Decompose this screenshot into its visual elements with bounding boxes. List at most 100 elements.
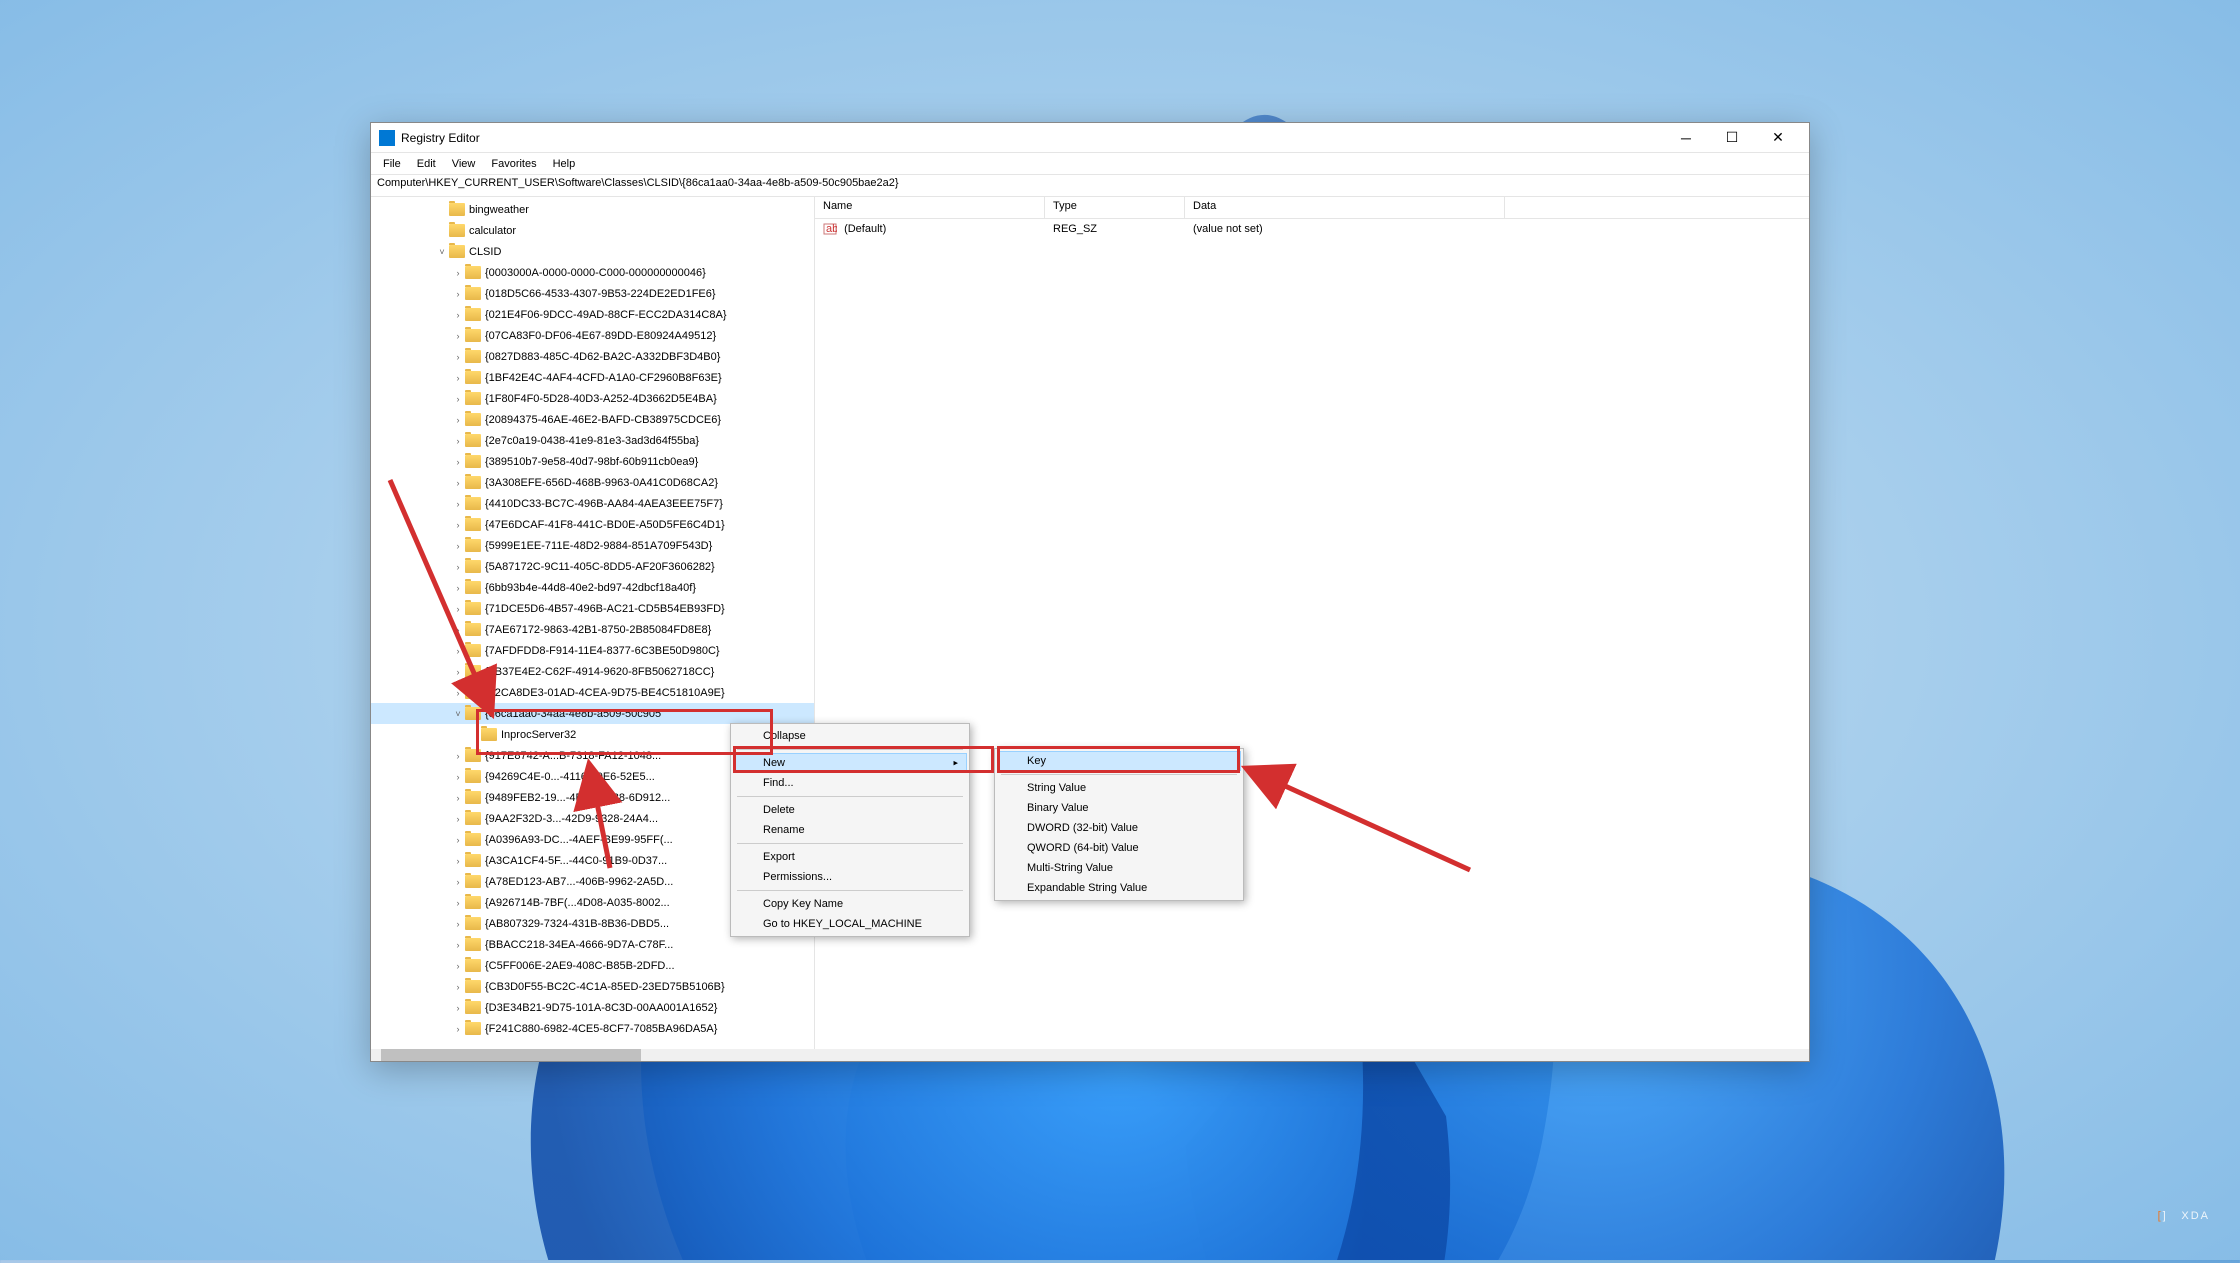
tree-item[interactable]: calculator — [371, 220, 814, 241]
tree-expander[interactable]: › — [451, 268, 465, 278]
tree-expander[interactable]: › — [451, 835, 465, 845]
tree-expander[interactable]: › — [451, 373, 465, 383]
value-name: (Default) — [844, 223, 886, 235]
context-item-multi-string-value[interactable]: Multi-String Value — [997, 858, 1241, 878]
tree-expander[interactable]: › — [451, 667, 465, 677]
list-row[interactable]: ab (Default) REG_SZ (value not set) — [815, 219, 1809, 239]
context-item-find-[interactable]: Find... — [733, 773, 967, 793]
tree-item[interactable]: ›{7AE67172-9863-42B1-8750-2B85084FD8E8} — [371, 619, 814, 640]
tree-expander[interactable]: › — [451, 541, 465, 551]
context-item-qword-64-bit-value[interactable]: QWORD (64-bit) Value — [997, 838, 1241, 858]
tree-expander[interactable]: › — [451, 457, 465, 467]
context-item-binary-value[interactable]: Binary Value — [997, 798, 1241, 818]
tree-item[interactable]: ›{6bb93b4e-44d8-40e2-bd97-42dbcf18a40f} — [371, 577, 814, 598]
tree-expander[interactable]: › — [451, 1024, 465, 1034]
context-item-go-to-hkey-local-machine[interactable]: Go to HKEY_LOCAL_MACHINE — [733, 914, 967, 934]
tree-expander[interactable]: › — [451, 793, 465, 803]
tree-expander[interactable]: ˅ — [451, 709, 465, 719]
tree-expander[interactable]: › — [451, 772, 465, 782]
tree-item[interactable]: ›{389510b7-9e58-40d7-98bf-60b911cb0ea9} — [371, 451, 814, 472]
context-item-expandable-string-value[interactable]: Expandable String Value — [997, 878, 1241, 898]
tree-item-clsid[interactable]: ˅CLSID — [371, 241, 814, 262]
tree-expander[interactable]: › — [451, 856, 465, 866]
menu-help[interactable]: Help — [545, 156, 584, 172]
tree-expander[interactable]: › — [451, 415, 465, 425]
tree-expander[interactable]: › — [451, 961, 465, 971]
tree-expander[interactable]: › — [451, 436, 465, 446]
tree-expander[interactable]: › — [451, 604, 465, 614]
context-item-permissions-[interactable]: Permissions... — [733, 867, 967, 887]
context-item-copy-key-name[interactable]: Copy Key Name — [733, 894, 967, 914]
tree-item[interactable]: ›{20894375-46AE-46E2-BAFD-CB38975CDCE6} — [371, 409, 814, 430]
tree-expander[interactable]: › — [451, 982, 465, 992]
tree-expander[interactable]: › — [451, 688, 465, 698]
col-name[interactable]: Name — [815, 197, 1045, 218]
menu-edit[interactable]: Edit — [409, 156, 444, 172]
tree-item[interactable]: ›{CB3D0F55-BC2C-4C1A-85ED-23ED75B5106B} — [371, 976, 814, 997]
tree-item[interactable]: ›{C5FF006E-2AE9-408C-B85B-2DFD... — [371, 955, 814, 976]
tree-expander[interactable]: › — [451, 751, 465, 761]
tree-item[interactable]: ›{7B37E4E2-C62F-4914-9620-8FB5062718CC} — [371, 661, 814, 682]
close-button[interactable]: ✕ — [1755, 123, 1801, 153]
tree-item[interactable]: ›{07CA83F0-DF06-4E67-89DD-E80924A49512} — [371, 325, 814, 346]
tree-item[interactable]: ›{2e7c0a19-0438-41e9-81e3-3ad3d64f55ba} — [371, 430, 814, 451]
tree-item[interactable]: ›{F241C880-6982-4CE5-8CF7-7085BA96DA5A} — [371, 1018, 814, 1039]
address-bar[interactable]: Computer\HKEY_CURRENT_USER\Software\Clas… — [371, 175, 1809, 197]
context-item-dword-32-bit-value[interactable]: DWORD (32-bit) Value — [997, 818, 1241, 838]
tree-item[interactable]: ›{BBACC218-34EA-4666-9D7A-C78F... — [371, 934, 814, 955]
tree-expander[interactable]: › — [451, 394, 465, 404]
tree-expander[interactable]: › — [451, 940, 465, 950]
context-item-rename[interactable]: Rename — [733, 820, 967, 840]
maximize-button[interactable]: ☐ — [1709, 123, 1755, 153]
tree-expander[interactable]: › — [451, 310, 465, 320]
tree-item[interactable]: ›{7AFDFDD8-F914-11E4-8377-6C3BE50D980C} — [371, 640, 814, 661]
context-item-collapse[interactable]: Collapse — [733, 726, 967, 746]
tree-expander[interactable]: ˅ — [435, 247, 449, 257]
tree-item[interactable]: ›{1F80F4F0-5D28-40D3-A252-4D3662D5E4BA} — [371, 388, 814, 409]
menu-favorites[interactable]: Favorites — [483, 156, 544, 172]
tree-item[interactable]: ›{018D5C66-4533-4307-9B53-224DE2ED1FE6} — [371, 283, 814, 304]
menu-file[interactable]: File — [375, 156, 409, 172]
tree-item[interactable]: ›{0827D883-485C-4D62-BA2C-A332DBF3D4B0} — [371, 346, 814, 367]
horizontal-scrollbar[interactable] — [371, 1049, 815, 1061]
tree-expander[interactable]: › — [451, 625, 465, 635]
tree-item[interactable]: ›{82CA8DE3-01AD-4CEA-9D75-BE4C51810A9E} — [371, 682, 814, 703]
tree-item[interactable]: ›{021E4F06-9DCC-49AD-88CF-ECC2DA314C8A} — [371, 304, 814, 325]
titlebar[interactable]: Registry Editor ─ ☐ ✕ — [371, 123, 1809, 153]
tree-item[interactable]: ›{47E6DCAF-41F8-441C-BD0E-A50D5FE6C4D1} — [371, 514, 814, 535]
tree-expander[interactable]: › — [451, 499, 465, 509]
menu-view[interactable]: View — [444, 156, 484, 172]
tree-item[interactable]: ›{71DCE5D6-4B57-496B-AC21-CD5B54EB93FD} — [371, 598, 814, 619]
tree-expander[interactable]: › — [451, 898, 465, 908]
tree-item[interactable]: ›{4410DC33-BC7C-496B-AA84-4AEA3EEE75F7} — [371, 493, 814, 514]
minimize-button[interactable]: ─ — [1663, 123, 1709, 153]
tree-expander[interactable]: › — [451, 478, 465, 488]
tree-expander[interactable]: › — [451, 562, 465, 572]
tree-item[interactable]: ›{0003000A-0000-0000-C000-000000000046} — [371, 262, 814, 283]
tree-item[interactable]: ›{1BF42E4C-4AF4-4CFD-A1A0-CF2960B8F63E} — [371, 367, 814, 388]
tree-expander[interactable]: › — [451, 814, 465, 824]
tree-item[interactable]: ›{3A308EFE-656D-468B-9963-0A41C0D68CA2} — [371, 472, 814, 493]
tree-expander[interactable]: › — [451, 919, 465, 929]
context-item-export[interactable]: Export — [733, 847, 967, 867]
tree-item[interactable]: ›{5A87172C-9C11-405C-8DD5-AF20F3606282} — [371, 556, 814, 577]
tree-expander[interactable]: › — [451, 1003, 465, 1013]
context-item-string-value[interactable]: String Value — [997, 778, 1241, 798]
tree-label: {9489FEB2-19...-4D01-B788-6D912... — [485, 792, 670, 804]
tree-expander[interactable]: › — [451, 520, 465, 530]
context-item-new[interactable]: New▸ — [733, 753, 967, 773]
tree-item[interactable]: ›{5999E1EE-711E-48D2-9884-851A709F543D} — [371, 535, 814, 556]
tree-expander[interactable]: › — [451, 583, 465, 593]
tree-item[interactable]: bingweather — [371, 199, 814, 220]
tree-item-selected[interactable]: ˅{86ca1aa0-34aa-4e8b-a509-50c905 — [371, 703, 814, 724]
tree-expander[interactable]: › — [451, 646, 465, 656]
context-item-key[interactable]: Key — [997, 751, 1241, 771]
context-item-delete[interactable]: Delete — [733, 800, 967, 820]
tree-expander[interactable]: › — [451, 331, 465, 341]
col-data[interactable]: Data — [1185, 197, 1505, 218]
tree-expander[interactable]: › — [451, 352, 465, 362]
tree-item[interactable]: ›{D3E34B21-9D75-101A-8C3D-00AA001A1652} — [371, 997, 814, 1018]
tree-expander[interactable]: › — [451, 877, 465, 887]
tree-expander[interactable]: › — [451, 289, 465, 299]
col-type[interactable]: Type — [1045, 197, 1185, 218]
